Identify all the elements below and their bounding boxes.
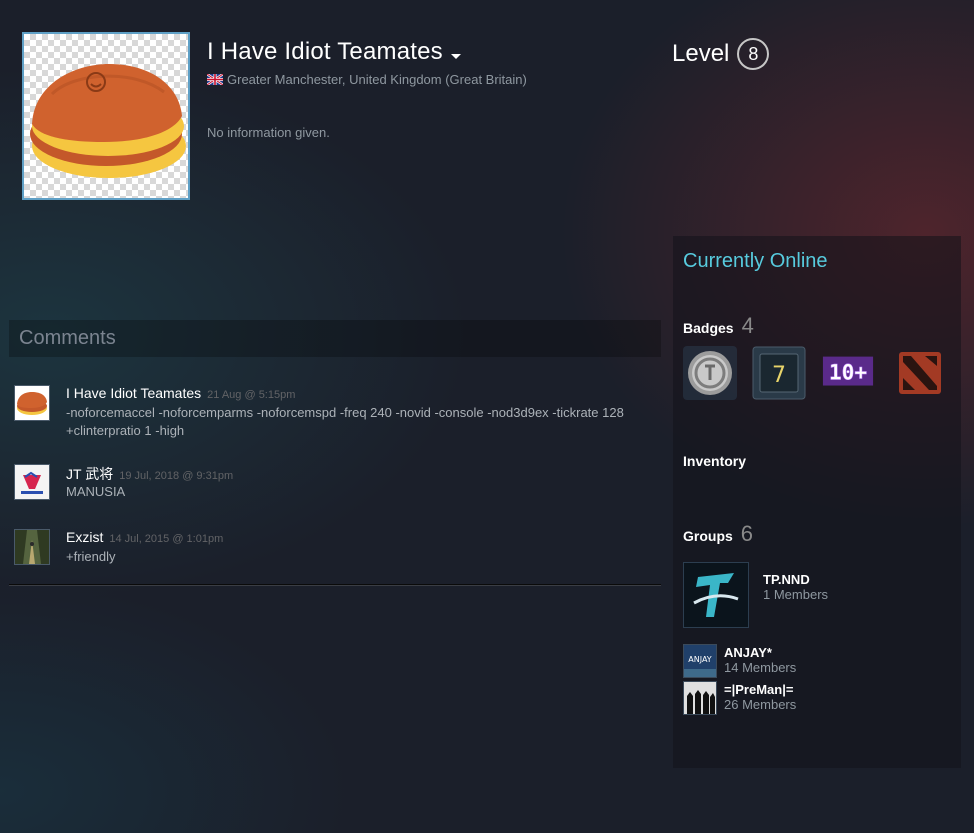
badges-label: Badges — [683, 320, 734, 336]
profile-level: Level 8 — [672, 38, 770, 70]
comment-author[interactable]: JT 武将 — [66, 466, 113, 482]
group-members: 1 Members — [763, 587, 829, 602]
comment-item: Exzist 14 Jul, 2015 @ 1:01pm +friendly — [14, 529, 654, 569]
persona-name-dropdown[interactable]: I Have Idiot Teamates — [207, 38, 461, 66]
comments-title: Comments — [19, 327, 116, 349]
group-name[interactable]: ANJAY* — [724, 645, 796, 660]
anjay-logo-text: ANJAY — [688, 655, 712, 664]
years-badge-graphic: 7 — [752, 346, 806, 400]
uk-flag-icon — [207, 74, 223, 85]
comment-author[interactable]: I Have Idiot Teamates — [66, 385, 201, 401]
comment-item: I Have Idiot Teamates 21 Aug @ 5:15pm -no… — [14, 385, 654, 445]
years-of-service-badge-icon[interactable]: 7 — [752, 346, 806, 400]
level-label: Level — [672, 40, 730, 67]
badges-section-link[interactable]: Badges 4 — [683, 313, 754, 339]
group-members: 14 Members — [724, 660, 797, 675]
group-name[interactable]: TP.NND — [763, 572, 828, 587]
comments-header: Comments — [9, 320, 661, 357]
group-avatar-anjay[interactable]: ANJAY — [683, 644, 717, 678]
comment-text: +friendly — [66, 549, 116, 564]
ten-plus-graphic: 10+ — [822, 356, 874, 386]
location-text: Greater Manchester, United Kingdom (Grea… — [227, 72, 527, 87]
comment-item: JT 武将 19 Jul, 2018 @ 9:31pm MANUSIA — [14, 464, 654, 504]
badges-count: 4 — [741, 313, 754, 338]
jt-avatar-icon — [15, 465, 49, 499]
group-item[interactable]: TP.NND 1 Members — [763, 572, 828, 602]
comment-text: MANUSIA — [66, 484, 126, 499]
profile-location: Greater Manchester, United Kingdom (Grea… — [207, 72, 527, 87]
comment-author[interactable]: Exzist — [66, 529, 103, 545]
group-avatar-preman[interactable] — [683, 681, 717, 715]
dota2-graphic — [899, 352, 941, 394]
profile-avatar[interactable] — [22, 32, 190, 200]
comment-date: 21 Aug @ 5:15pm — [207, 389, 296, 401]
online-status: Currently Online — [683, 250, 828, 272]
groups-count: 6 — [740, 521, 754, 546]
comment-date: 19 Jul, 2018 @ 9:31pm — [119, 470, 234, 482]
persona-name: I Have Idiot Teamates — [207, 38, 443, 65]
ten-plus-text: 10+ — [829, 361, 868, 386]
preman-logo-icon — [684, 682, 716, 714]
chevron-down-icon — [450, 53, 461, 59]
groups-label: Groups — [683, 528, 733, 544]
group-name[interactable]: =|PreMan|= — [724, 682, 796, 697]
ten-plus-badge-icon[interactable]: 10+ — [821, 346, 875, 400]
group-members: 26 Members — [724, 697, 797, 712]
groups-section-link[interactable]: Groups 6 — [683, 521, 753, 547]
coin-badge-graphic — [683, 346, 737, 400]
dota2-badge-icon[interactable] — [893, 346, 947, 400]
coin-badge-icon[interactable] — [683, 346, 737, 400]
commenter-avatar[interactable] — [14, 529, 50, 565]
years-badge-number: 7 — [772, 363, 786, 388]
exzist-avatar-icon — [15, 530, 49, 564]
comment-text: -noforcemaccel -noforcemparms -noforcems… — [66, 405, 624, 438]
commenter-avatar[interactable] — [14, 464, 50, 500]
group-item[interactable]: =|PreMan|= 26 Members — [724, 682, 796, 712]
level-badge[interactable]: 8 — [737, 38, 770, 70]
comment-date: 14 Jul, 2015 @ 1:01pm — [109, 533, 224, 545]
inventory-link[interactable]: Inventory — [683, 453, 746, 469]
commenter-avatar[interactable] — [14, 385, 50, 421]
dorayaki-avatar-icon — [30, 64, 186, 178]
group-avatar-tpnnd[interactable] — [683, 562, 749, 628]
tpnnd-logo-icon — [684, 563, 748, 627]
group-item[interactable]: ANJAY* 14 Members — [724, 645, 796, 675]
dorayaki-avatar-icon — [17, 392, 47, 415]
anjay-logo-icon: ANJAY — [684, 645, 716, 677]
profile-summary: No information given. — [207, 125, 330, 140]
comments-divider — [9, 584, 661, 586]
